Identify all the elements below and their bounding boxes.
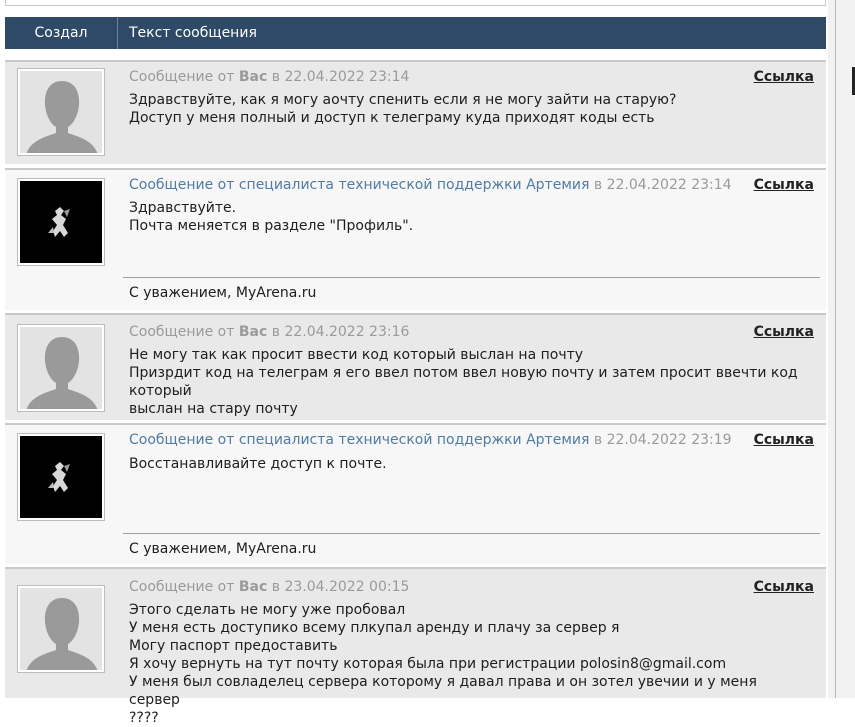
message-date: 22.04.2022 23:16 <box>284 324 410 340</box>
meta-at: в <box>593 432 603 448</box>
avatar-default <box>17 324 105 412</box>
message-line: Почта меняется в разделе "Профиль". <box>129 218 414 234</box>
table-header: Создал Текст сообщения <box>5 17 826 49</box>
message-line: Не могу так как просит ввести код которы… <box>129 347 584 363</box>
meta-at: в <box>593 177 603 193</box>
message-line: У меня был совладелец сервера которому я… <box>129 674 757 708</box>
meta-at: в <box>271 69 280 85</box>
top-input-strip <box>5 0 826 6</box>
message-line: У меня есть доступико всему плкупал арен… <box>129 620 620 636</box>
message-line: Здравствуйте, как я могу аочту спенить е… <box>129 92 677 108</box>
message-meta: Сообщение от специалиста технической под… <box>129 177 814 193</box>
support-avatar-icon <box>20 436 102 518</box>
author-name: Вас <box>238 69 268 85</box>
signature-divider <box>123 533 820 534</box>
message-line: ???? <box>129 710 159 726</box>
page-scrollbar[interactable] <box>828 0 855 698</box>
message-meta: Сообщение от Вас в 22.04.2022 23:16 <box>129 324 814 340</box>
user-silhouette-icon <box>20 327 102 409</box>
message-line: Здравствуйте. <box>129 200 237 216</box>
message-date: 23.04.2022 00:15 <box>284 579 410 595</box>
message-meta: Сообщение от специалиста технической под… <box>129 432 814 448</box>
message-line: выслан на стару почту <box>129 401 298 417</box>
avatar-default <box>17 585 105 673</box>
message-body: Этого сделать не могу уже пробовал У мен… <box>129 601 812 727</box>
message-line: Я хочу вернуть на тут почту которая была… <box>129 656 727 672</box>
author-name: Вас <box>238 324 268 340</box>
messages-table: Создал Текст сообщения Сообщение от Вас … <box>5 17 826 726</box>
message-meta: Сообщение от Вас в 23.04.2022 00:15 <box>129 579 814 595</box>
message-body: Восстанавливайте доступ к почте. <box>129 455 812 473</box>
signature: С уважением, MyArena.ru <box>129 285 317 301</box>
message-date: 22.04.2022 23:19 <box>606 432 732 448</box>
message-link[interactable]: Ссылка <box>754 324 814 340</box>
message-link[interactable]: Ссылка <box>754 177 814 193</box>
message-link[interactable]: Ссылка <box>754 432 814 448</box>
avatar-support <box>17 178 105 266</box>
meta-at: в <box>271 579 280 595</box>
message-row: Сообщение от специалиста технической под… <box>5 423 826 564</box>
message-line: Этого сделать не могу уже пробовал <box>129 602 406 618</box>
message-body: Здравствуйте. Почта меняется в разделе "… <box>129 199 812 235</box>
meta-prefix: Сообщение от <box>129 432 235 448</box>
author-name: Вас <box>238 579 268 595</box>
message-line: Восстанавливайте доступ к почте. <box>129 456 387 472</box>
meta-prefix: Сообщение от <box>129 324 235 340</box>
message-line: Доступ у меня полный и доступ к телеграм… <box>129 110 655 126</box>
message-body: Не могу так как просит ввести код которы… <box>129 346 812 418</box>
column-header-text: Текст сообщения <box>129 25 257 41</box>
column-header-author: Создал <box>5 17 118 49</box>
message-row: Сообщение от специалиста технической под… <box>5 168 826 310</box>
message-row: Сообщение от Вас в 22.04.2022 23:16 Ссыл… <box>5 313 826 420</box>
avatar-support <box>17 433 105 521</box>
signature: С уважением, MyArena.ru <box>129 541 317 557</box>
message-line: Могу паспорт предоставить <box>129 638 338 654</box>
meta-prefix: Сообщение от <box>129 69 235 85</box>
meta-prefix: Сообщение от <box>129 579 235 595</box>
signature-divider <box>123 277 820 278</box>
message-link[interactable]: Ссылка <box>754 69 814 85</box>
user-silhouette-icon <box>20 588 102 670</box>
message-row: Сообщение от Вас в 23.04.2022 00:15 Ссыл… <box>5 567 826 726</box>
meta-at: в <box>271 324 280 340</box>
author-name[interactable]: специалиста технической поддержки Артеми… <box>239 432 590 448</box>
message-line: Призрдит код на телеграм я его ввел пото… <box>129 365 798 399</box>
message-link[interactable]: Ссылка <box>754 579 814 595</box>
support-avatar-icon <box>20 181 102 263</box>
message-meta: Сообщение от Вас в 22.04.2022 23:14 <box>129 69 814 85</box>
avatar-default <box>17 68 105 156</box>
scrollbar-divider <box>835 0 836 698</box>
message-date: 22.04.2022 23:14 <box>284 69 410 85</box>
meta-prefix: Сообщение от <box>129 177 235 193</box>
author-name[interactable]: специалиста технической поддержки Артеми… <box>239 177 590 193</box>
message-body: Здравствуйте, как я могу аочту спенить е… <box>129 91 812 127</box>
message-date: 22.04.2022 23:14 <box>606 177 732 193</box>
user-silhouette-icon <box>20 71 102 153</box>
message-row: Сообщение от Вас в 22.04.2022 23:14 Ссыл… <box>5 60 826 164</box>
